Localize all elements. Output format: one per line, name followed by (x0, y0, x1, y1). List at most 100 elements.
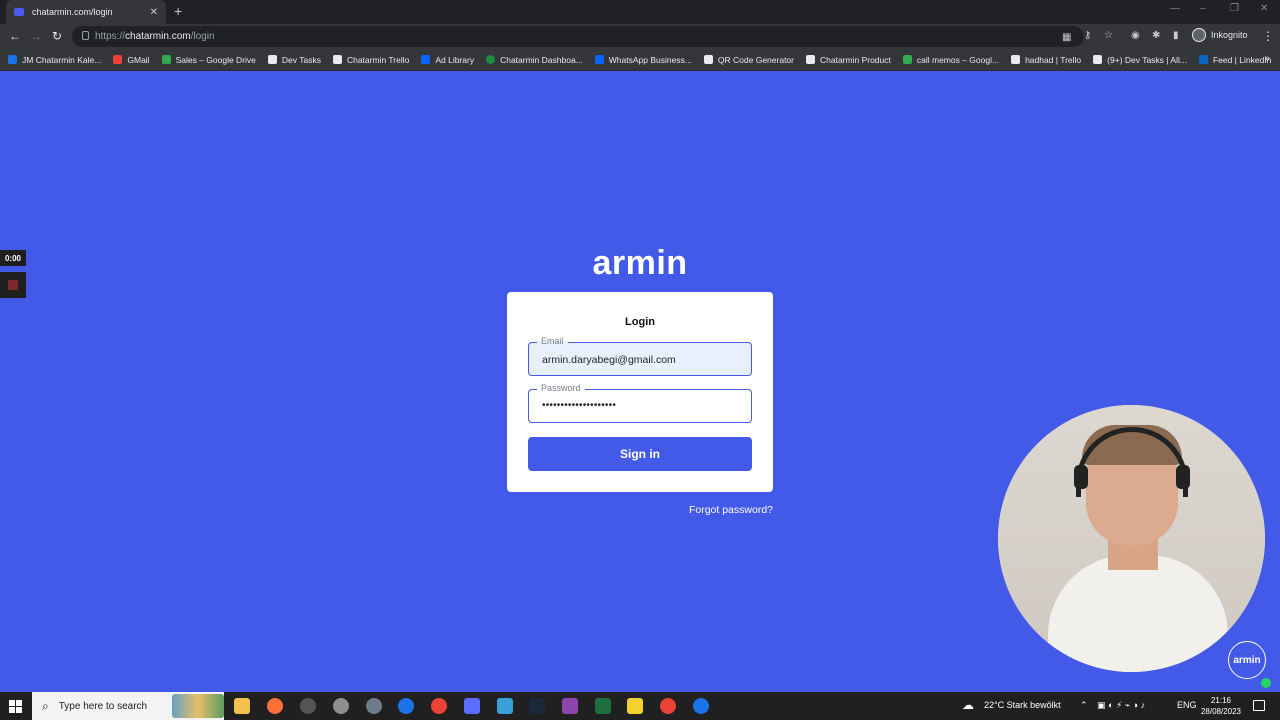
browser-tab-strip: chatarmin.com/login ✕ + — – ❐ ✕ (0, 0, 1280, 24)
chatarmin-icon (486, 55, 496, 64)
weather-icon[interactable]: ☁ (962, 698, 974, 712)
email-field[interactable]: Email armin.daryabegi@gmail.com (528, 336, 752, 376)
webcam-overlay (998, 405, 1265, 672)
sign-in-button[interactable]: Sign in (528, 437, 752, 471)
1password-icon[interactable] (693, 698, 709, 714)
minimize-window-icon[interactable]: – (1200, 3, 1206, 14)
brand-logo: armin (592, 244, 688, 282)
bookmark-item[interactable]: (9+) Dev Tasks | All... (1093, 55, 1187, 65)
password-value[interactable]: •••••••••••••••••••• (542, 400, 616, 411)
whatsapp-icon[interactable] (1261, 678, 1271, 688)
lock-icon (82, 31, 89, 40)
qr-code-icon (703, 55, 713, 64)
extensions-icon[interactable]: ✱ (1152, 30, 1160, 41)
back-icon[interactable]: ← (9, 29, 21, 43)
email-value[interactable]: armin.daryabegi@gmail.com (542, 354, 676, 366)
notion-icon (806, 55, 815, 64)
tray-icons[interactable]: ▣ ◐ ⚡ ⌁ ◑ ♪ (1097, 700, 1145, 711)
incognito-profile[interactable]: Inkognito (1192, 28, 1248, 42)
chrome-menu-icon[interactable]: ⋮ (1262, 29, 1274, 43)
stop-recording-button[interactable] (0, 272, 26, 298)
minimize-icon[interactable]: — (1170, 3, 1180, 14)
incognito-icon (1192, 28, 1206, 42)
chrome-icon[interactable] (660, 698, 676, 714)
app-icon[interactable] (333, 698, 349, 714)
gmail-icon (113, 55, 123, 64)
google-drive-icon (161, 55, 171, 64)
trello-icon (1011, 55, 1021, 64)
firefox-icon[interactable] (267, 698, 283, 714)
chrome-icon[interactable] (431, 698, 447, 714)
login-title: Login (625, 316, 655, 328)
browser-tab[interactable]: chatarmin.com/login ✕ (6, 0, 166, 24)
site-favicon-icon (14, 8, 24, 16)
linkedin-icon (1198, 55, 1208, 64)
url-text[interactable]: https://chatarmin.com/login (95, 31, 215, 42)
app-icon[interactable] (562, 698, 578, 714)
language-indicator[interactable]: ENG (1177, 700, 1197, 710)
key-icon[interactable]: ⚷ (1084, 30, 1091, 41)
notion-icon (267, 55, 277, 64)
app-icon[interactable] (300, 698, 316, 714)
camera-extension-icon[interactable]: ◉ (1131, 30, 1140, 41)
forgot-password-link[interactable]: Forgot password? (640, 504, 773, 516)
sticky-notes-icon[interactable] (627, 698, 643, 714)
notification-icon[interactable] (1253, 700, 1265, 711)
password-field[interactable]: Password •••••••••••••••••••• (528, 383, 752, 423)
bookmark-item[interactable]: hadhad | Trello (1011, 55, 1081, 65)
bookmark-item[interactable]: JM Chatarmin Kale... (8, 55, 101, 65)
windows-start-icon[interactable] (9, 700, 22, 713)
email-label: Email (537, 336, 568, 346)
bookmark-item[interactable]: Ad Library (421, 55, 474, 65)
bookmark-item[interactable]: QR Code Generator (703, 55, 794, 65)
meta-icon (421, 55, 431, 64)
app-icon[interactable] (366, 698, 382, 714)
recording-timer: 0:00 (0, 250, 26, 266)
steam-icon[interactable] (529, 698, 545, 714)
qr-code-icon[interactable]: ▦ (1062, 32, 1071, 43)
bookmark-item[interactable]: GMail (113, 55, 150, 65)
reload-icon[interactable]: ↻ (52, 29, 62, 43)
login-card: Login Email armin.daryabegi@gmail.com Pa… (507, 292, 773, 492)
1password-icon[interactable] (398, 698, 414, 714)
bookmark-item[interactable]: call memos – Googl... (902, 55, 999, 65)
excel-icon[interactable] (595, 698, 611, 714)
tray-overflow-icon[interactable]: ⌃ (1080, 700, 1088, 711)
bookmark-item[interactable]: WhatsApp Business... (594, 55, 692, 65)
side-panel-icon[interactable]: ▮ (1173, 30, 1179, 41)
bookmark-item[interactable]: Sales – Google Drive (161, 55, 256, 65)
bookmark-item[interactable]: Dev Tasks (267, 55, 321, 65)
app-icon[interactable] (464, 698, 480, 714)
bookmark-item[interactable]: Feed | LinkedIn (1198, 55, 1271, 65)
search-placeholder: Type here to search (58, 700, 148, 712)
calendar-icon (8, 55, 17, 64)
bookmark-item[interactable]: Chatarmin Dashboa... (486, 55, 583, 65)
new-tab-button[interactable]: + (174, 3, 182, 19)
file-explorer-icon[interactable] (234, 698, 250, 714)
google-drive-icon (902, 55, 912, 64)
windows-taskbar: ⌕ Type here to search ☁ 22°C Stark bewöl… (0, 692, 1280, 720)
search-highlight-image (172, 694, 224, 718)
app-icon[interactable] (497, 698, 513, 714)
taskbar-search[interactable]: ⌕ Type here to search (32, 692, 224, 720)
restore-window-icon[interactable]: ❐ (1230, 3, 1239, 14)
tab-close-icon[interactable]: ✕ (150, 7, 158, 18)
bookmarks-overflow-icon[interactable]: » (1264, 53, 1270, 64)
browser-toolbar: ← → ↻ https://chatarmin.com/login ▦ ⚷ ☆ … (0, 24, 1280, 49)
meta-icon (594, 55, 604, 64)
trello-icon (332, 55, 342, 64)
address-bar[interactable]: https://chatarmin.com/login ▦ (72, 26, 1084, 47)
armin-chat-bubble[interactable]: armin (1228, 641, 1266, 679)
stop-icon (8, 280, 18, 290)
weather-text[interactable]: 22°C Stark bewölkt (984, 700, 1061, 710)
system-clock[interactable]: 21:16 28/08/2023 (1196, 695, 1246, 717)
tab-title: chatarmin.com/login (32, 7, 113, 17)
password-label: Password (537, 383, 585, 393)
bookmark-item[interactable]: Chatarmin Trello (332, 55, 409, 65)
mouse-cursor-icon (511, 319, 517, 329)
forward-icon[interactable]: → (30, 29, 42, 43)
bookmark-star-icon[interactable]: ☆ (1104, 30, 1113, 41)
bookmark-item[interactable]: Chatarmin Product (806, 55, 891, 65)
close-window-icon[interactable]: ✕ (1260, 3, 1268, 14)
bookmarks-bar: JM Chatarmin Kale... GMail Sales – Googl… (0, 49, 1280, 71)
